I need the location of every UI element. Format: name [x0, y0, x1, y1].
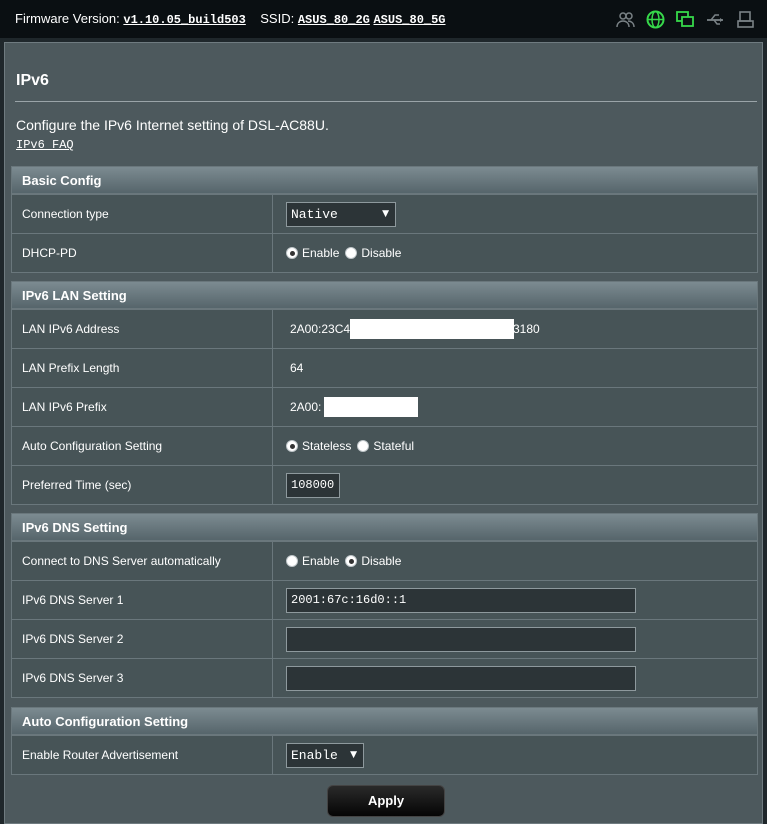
connection-type-value: Native — [291, 206, 338, 222]
chevron-down-icon: ▼ — [350, 749, 357, 760]
ssid-5g-link[interactable]: ASUS_80_5G — [373, 13, 445, 27]
preferred-time-input[interactable]: 108000 — [286, 472, 340, 498]
page-title: IPv6 — [16, 72, 49, 89]
dhcp-pd-enable-radio[interactable]: Enable — [286, 246, 339, 260]
dhcp-pd-label: DHCP-PD — [12, 234, 273, 272]
redacted-block — [350, 319, 514, 339]
connection-type-label: Connection type — [12, 195, 273, 233]
dns-server2-label: IPv6 DNS Server 2 — [12, 620, 273, 658]
dns-server2-row: IPv6 DNS Server 2 — [12, 619, 757, 658]
dns-server3-label: IPv6 DNS Server 3 — [12, 659, 273, 697]
stateless-label: Stateless — [302, 439, 352, 453]
lan-prefix-length-value: 64 — [273, 349, 757, 387]
lan-address-prefix: 2A00:23C4 — [290, 322, 351, 336]
lan-prefix-row: LAN IPv6 Prefix 2A00: — [12, 387, 757, 426]
connection-type-select[interactable]: Native ▼ — [286, 201, 396, 227]
main-panel: IPv6 Configure the IPv6 Internet setting… — [4, 42, 763, 824]
autoconf-row: Auto Configuration Setting Stateless Sta… — [12, 426, 757, 465]
dns-server1-row: IPv6 DNS Server 1 2001:67c:16d0::1 — [12, 580, 757, 619]
router-advert-row: Enable Router Advertisement Enable ▼ — [12, 735, 757, 774]
radio-selected-icon — [345, 555, 358, 567]
dns-auto-disable-label: Disable — [361, 554, 402, 568]
lan-setting-header: IPv6 LAN Setting — [12, 282, 757, 309]
firmware-version-link[interactable]: v1.10.05_build503 — [123, 13, 245, 27]
dns-auto-label: Connect to DNS Server automatically — [12, 542, 273, 580]
dns-server1-label: IPv6 DNS Server 1 — [12, 581, 273, 619]
page-description: Configure the IPv6 Internet setting of D… — [16, 117, 329, 133]
basic-config-section: Basic Config Connection type Native ▼ DH… — [11, 166, 758, 273]
chevron-down-icon: ▼ — [382, 208, 389, 219]
dns-setting-header: IPv6 DNS Setting — [12, 514, 757, 541]
lan-prefix-length-label: LAN Prefix Length — [12, 349, 273, 387]
lan-prefix-label: LAN IPv6 Prefix — [12, 388, 273, 426]
internet-globe-icon[interactable] — [646, 10, 665, 29]
ipv6-faq-link[interactable]: IPv6 FAQ — [16, 138, 74, 152]
lan-prefix-value: 2A00: — [290, 400, 322, 414]
preferred-time-label: Preferred Time (sec) — [12, 466, 273, 504]
radio-unselected-icon — [345, 247, 358, 259]
radio-selected-icon — [286, 247, 298, 259]
wireless-icon[interactable] — [676, 10, 695, 29]
lan-setting-section: IPv6 LAN Setting LAN IPv6 Address 2A00:2… — [11, 281, 758, 505]
dhcp-pd-enable-label: Enable — [302, 246, 340, 260]
firmware-info: Firmware Version: v1.10.05_build503 SSID… — [15, 11, 446, 27]
ssid-2g-link[interactable]: ASUS_80_2G — [298, 13, 370, 27]
stateful-radio[interactable]: Stateful — [357, 439, 414, 453]
connection-type-row: Connection type Native ▼ — [12, 194, 757, 233]
dns-setting-section: IPv6 DNS Setting Connect to DNS Server a… — [11, 513, 758, 698]
radio-unselected-icon — [357, 440, 370, 452]
dhcp-pd-row: DHCP-PD Enable Disable — [12, 233, 757, 272]
dns-server2-input[interactable] — [286, 626, 636, 652]
radio-unselected-icon — [286, 555, 298, 567]
basic-config-header: Basic Config — [12, 167, 757, 194]
router-advert-value: Enable — [291, 747, 338, 763]
dns-server1-input[interactable]: 2001:67c:16d0::1 — [286, 587, 636, 613]
stateless-radio[interactable]: Stateless — [286, 439, 351, 453]
lan-prefix-length-row: LAN Prefix Length 64 — [12, 348, 757, 387]
dns-auto-enable-label: Enable — [302, 554, 340, 568]
dns-auto-enable-radio[interactable]: Enable — [286, 554, 339, 568]
router-advert-select[interactable]: Enable ▼ — [286, 742, 364, 768]
radio-selected-icon — [286, 440, 298, 452]
autoconf-section: Auto Configuration Setting Enable Router… — [11, 707, 758, 775]
dhcp-pd-disable-radio[interactable]: Disable — [345, 246, 401, 260]
lan-address-label: LAN IPv6 Address — [12, 310, 273, 348]
dhcp-pd-disable-label: Disable — [361, 246, 402, 260]
autoconf-header: Auto Configuration Setting — [12, 708, 757, 735]
apply-button[interactable]: Apply — [327, 785, 445, 817]
lan-address-row: LAN IPv6 Address 2A00:23C4 3180 — [12, 309, 757, 348]
dns-auto-row: Connect to DNS Server automatically Enab… — [12, 541, 757, 580]
clients-icon[interactable] — [616, 10, 635, 29]
firmware-label: Firmware Version: — [15, 11, 120, 26]
router-advert-label: Enable Router Advertisement — [12, 736, 273, 774]
autoconf-label: Auto Configuration Setting — [12, 427, 273, 465]
usb-icon[interactable] — [706, 10, 725, 29]
ssid-label: SSID: — [260, 11, 295, 26]
stateful-label: Stateful — [373, 439, 415, 453]
redacted-block — [324, 397, 418, 417]
top-bar: Firmware Version: v1.10.05_build503 SSID… — [0, 0, 767, 38]
printer-icon[interactable] — [736, 10, 755, 29]
dns-auto-disable-radio[interactable]: Disable — [345, 554, 401, 568]
preferred-time-row: Preferred Time (sec) 108000 — [12, 465, 757, 504]
title-divider — [15, 101, 757, 102]
dns-server3-row: IPv6 DNS Server 3 — [12, 658, 757, 697]
dns-server3-input[interactable] — [286, 665, 636, 691]
lan-address-suffix: 3180 — [513, 322, 540, 336]
